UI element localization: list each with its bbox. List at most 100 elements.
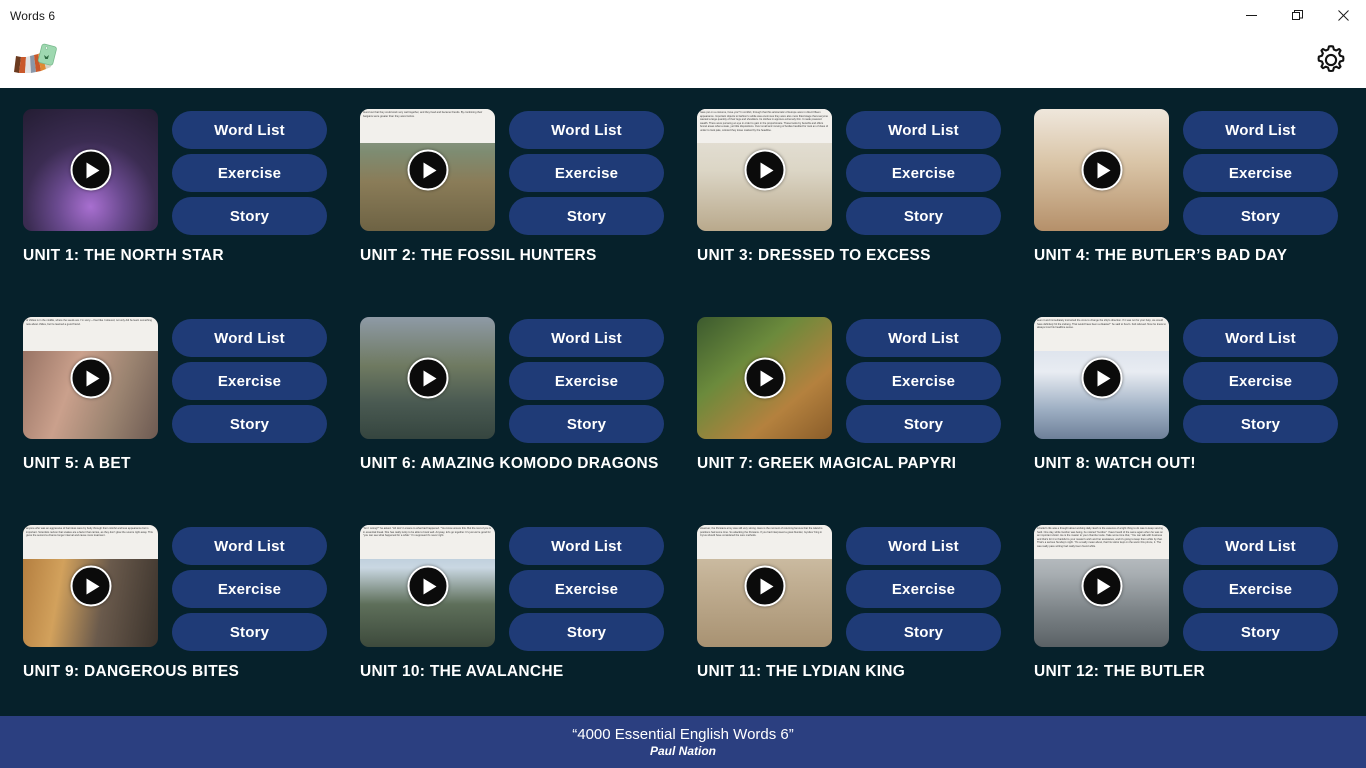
thumbnail-text-overlay: of chilies is in the middle, where the s… <box>23 317 158 351</box>
unit-8-thumbnail[interactable]: seen it and immediately instructed the c… <box>1034 317 1169 439</box>
exercise-button[interactable]: Exercise <box>846 362 1001 400</box>
play-triangle-icon <box>1097 370 1110 386</box>
exercise-button[interactable]: Exercise <box>172 570 327 608</box>
units-grid: Word List Exercise Story UNIT 1: THE NORTH … <box>0 109 1366 716</box>
thumbnail-text-overlay: anyone who was an aggressive of harmless… <box>23 525 158 559</box>
play-button[interactable] <box>744 149 785 191</box>
window-controls <box>1228 0 1366 31</box>
story-button[interactable]: Story <box>1183 613 1338 651</box>
unit-card: of chilies is in the middle, where the s… <box>23 317 343 517</box>
word-list-button[interactable]: Word List <box>509 527 664 565</box>
play-button[interactable] <box>407 565 448 607</box>
thumbnail-text-overlay: found out that they could work very well… <box>360 109 495 143</box>
unit-title: UNIT 5: A BET <box>23 455 131 472</box>
play-button[interactable] <box>70 149 111 191</box>
close-button[interactable] <box>1320 0 1366 31</box>
unit-actions: Word List Exercise Story <box>846 525 1001 651</box>
play-triangle-icon <box>86 370 99 386</box>
unit-1-thumbnail[interactable] <box>23 109 158 231</box>
restore-button[interactable] <box>1274 0 1320 31</box>
word-list-button[interactable]: Word List <box>1183 111 1338 149</box>
story-button[interactable]: Story <box>846 405 1001 443</box>
word-list-button[interactable]: Word List <box>509 319 664 357</box>
play-button[interactable] <box>744 565 785 607</box>
thumbnail-text-overlay: "Am I wrong?" he asked. "Ah don't I ensu… <box>360 525 495 559</box>
story-button[interactable]: Story <box>1183 197 1338 235</box>
exercise-button[interactable]: Exercise <box>172 362 327 400</box>
unit-actions: Word List Exercise Story <box>846 317 1001 443</box>
unit-actions: Word List Exercise Story <box>1183 525 1338 651</box>
story-button[interactable]: Story <box>509 405 664 443</box>
unit-7-thumbnail[interactable] <box>697 317 832 439</box>
unit-card: anyone who was an aggressive of harmless… <box>23 525 343 716</box>
unit-card: "Am I wrong?" he asked. "Ah don't I ensu… <box>360 525 680 716</box>
unit-actions: Word List Exercise Story <box>509 525 664 651</box>
exercise-button[interactable]: Exercise <box>509 570 664 608</box>
exercise-button[interactable]: Exercise <box>172 154 327 192</box>
story-button[interactable]: Story <box>509 197 664 235</box>
unit-card: have put on a costume, have you? In conf… <box>697 109 1017 309</box>
unit-4-thumbnail[interactable] <box>1034 109 1169 231</box>
story-button[interactable]: Story <box>1183 405 1338 443</box>
unit-10-thumbnail[interactable]: "Am I wrong?" he asked. "Ah don't I ensu… <box>360 525 495 647</box>
exercise-button[interactable]: Exercise <box>1183 154 1338 192</box>
play-button[interactable] <box>407 357 448 399</box>
thumbnail-text-overlay: have put on a costume, have you? In conf… <box>697 109 832 143</box>
unit-card: found out that they could work very well… <box>360 109 680 309</box>
unit-3-thumbnail[interactable]: have put on a costume, have you? In conf… <box>697 109 832 231</box>
play-button[interactable] <box>70 357 111 399</box>
play-button[interactable] <box>407 149 448 191</box>
word-list-button[interactable]: Word List <box>846 527 1001 565</box>
unit-title: UNIT 4: THE BUTLER’S BAD DAY <box>1034 247 1288 264</box>
word-list-button[interactable]: Word List <box>172 527 327 565</box>
word-list-button[interactable]: Word List <box>509 111 664 149</box>
unit-card: Word List Exercise Story UNIT 6: AMAZING KO… <box>360 317 680 517</box>
exercise-button[interactable]: Exercise <box>1183 570 1338 608</box>
exercise-button[interactable]: Exercise <box>509 154 664 192</box>
unit-11-thumbnail[interactable]: However, the Persians army was still ver… <box>697 525 832 647</box>
unit-title: UNIT 12: THE BUTLER <box>1034 663 1206 680</box>
unit-actions: Word List Exercise Story <box>172 525 327 651</box>
word-list-button[interactable]: Word List <box>1183 319 1338 357</box>
play-button[interactable] <box>744 357 785 399</box>
unit-title: UNIT 8: WATCH OUT! <box>1034 455 1196 472</box>
word-list-button[interactable]: Word List <box>846 319 1001 357</box>
unit-6-thumbnail[interactable] <box>360 317 495 439</box>
unit-9-thumbnail[interactable]: anyone who was an aggressive of harmless… <box>23 525 158 647</box>
exercise-button[interactable]: Exercise <box>509 362 664 400</box>
unit-2-thumbnail[interactable]: found out that they could work very well… <box>360 109 495 231</box>
story-button[interactable]: Story <box>846 613 1001 651</box>
story-button[interactable]: Story <box>172 613 327 651</box>
word-list-button[interactable]: Word List <box>172 111 327 149</box>
title-bar: Words 6 <box>0 0 1366 31</box>
unit-5-thumbnail[interactable]: of chilies is in the middle, where the s… <box>23 317 158 439</box>
play-button[interactable] <box>1081 357 1122 399</box>
unit-card: Word List Exercise Story UNIT 7: GREEK MAGI… <box>697 317 1017 517</box>
unit-12-thumbnail[interactable]: A butler's life was a thought about work… <box>1034 525 1169 647</box>
minimize-button[interactable] <box>1228 0 1274 31</box>
exercise-button[interactable]: Exercise <box>1183 362 1338 400</box>
unit-actions: Word List Exercise Story <box>172 317 327 443</box>
word-list-button[interactable]: Word List <box>172 319 327 357</box>
app-window: Words 6 Word List Exercise Story UNIT 1:… <box>0 0 1366 768</box>
story-button[interactable]: Story <box>172 197 327 235</box>
thumbnail-text-overlay: seen it and immediately instructed the c… <box>1034 317 1169 351</box>
play-button[interactable] <box>1081 149 1122 191</box>
story-button[interactable]: Story <box>509 613 664 651</box>
play-button[interactable] <box>1081 565 1122 607</box>
units-area: Word List Exercise Story UNIT 1: THE NORTH … <box>0 88 1366 716</box>
story-button[interactable]: Story <box>172 405 327 443</box>
word-list-button[interactable]: Word List <box>846 111 1001 149</box>
story-button[interactable]: Story <box>846 197 1001 235</box>
unit-card-body: Word List Exercise Story <box>697 317 1017 443</box>
unit-title: UNIT 2: THE FOSSIL HUNTERS <box>360 247 597 264</box>
book-author: Paul Nation <box>649 744 716 758</box>
unit-card-body: found out that they could work very well… <box>360 109 680 235</box>
unit-actions: Word List Exercise Story <box>509 317 664 443</box>
settings-button[interactable] <box>1310 39 1352 81</box>
play-button[interactable] <box>70 565 111 607</box>
word-list-button[interactable]: Word List <box>1183 527 1338 565</box>
unit-actions: Word List Exercise Story <box>846 109 1001 235</box>
exercise-button[interactable]: Exercise <box>846 570 1001 608</box>
exercise-button[interactable]: Exercise <box>846 154 1001 192</box>
